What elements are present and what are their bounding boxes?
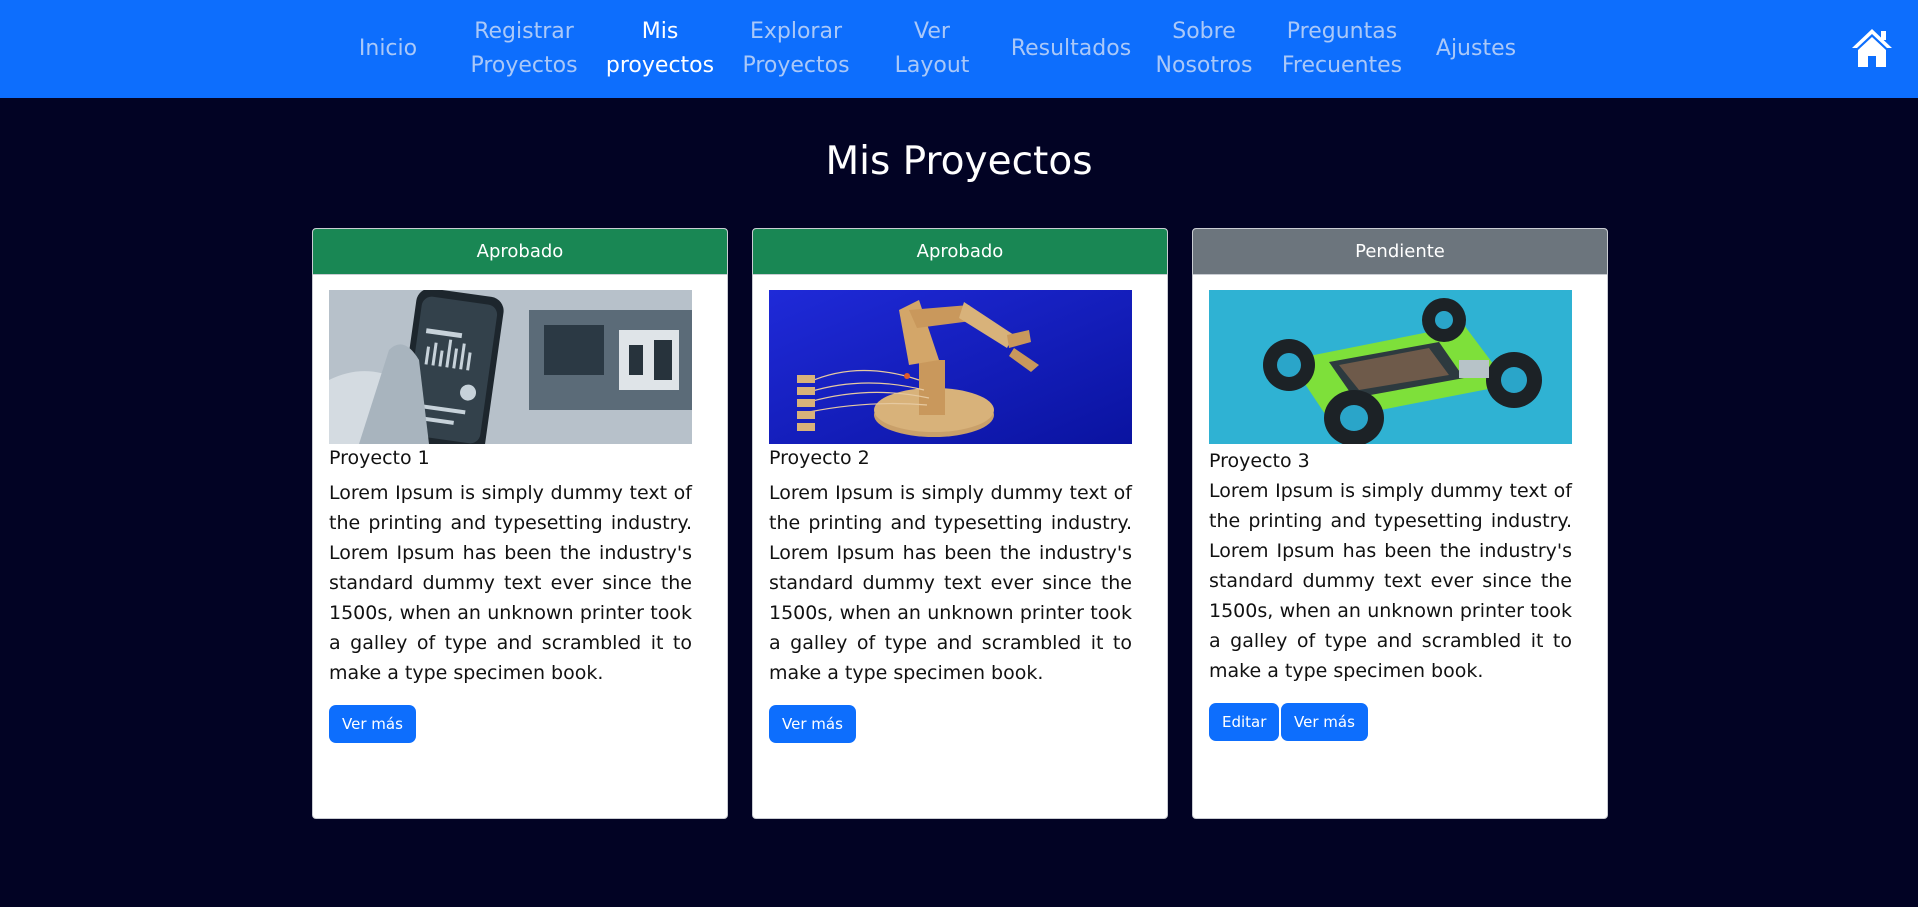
home-icon[interactable]: [1851, 27, 1893, 69]
nav-item-resultados[interactable]: Resultados: [1011, 32, 1131, 66]
status-badge: Pendiente: [1193, 229, 1607, 275]
page-title: Mis Proyectos: [825, 139, 1093, 184]
card-text: Lorem Ipsum is simply dummy text of the …: [769, 482, 1132, 684]
navbar: Inicio Registrar Proyectos Mis proyectos…: [0, 0, 1918, 98]
project-card: Aprobado: [312, 228, 728, 819]
nav-item-ajustes[interactable]: Ajustes: [1436, 32, 1516, 66]
project-image[interactable]: [1209, 290, 1572, 444]
nav-item-ver-layout[interactable]: Ver Layout: [895, 15, 970, 83]
card-title: Proyecto 2: [769, 447, 870, 469]
nav-item-mis-proyectos[interactable]: Mis proyectos: [606, 15, 714, 83]
project-image[interactable]: [769, 290, 1132, 444]
nav-item-sobre-nosotros[interactable]: Sobre Nosotros: [1156, 15, 1253, 83]
project-card: Pendiente Proyecto 3 Lorem Ipsum is simp…: [1192, 228, 1608, 819]
project-image[interactable]: [329, 290, 692, 444]
ver-mas-button[interactable]: Ver más: [1281, 703, 1368, 741]
card-text: Lorem Ipsum is simply dummy text of the …: [329, 482, 692, 684]
status-badge: Aprobado: [753, 229, 1167, 275]
nav-item-preguntas-frecuentes[interactable]: Preguntas Frecuentes: [1282, 15, 1402, 83]
nav-item-explorar-proyectos[interactable]: Explorar Proyectos: [742, 15, 849, 83]
ver-mas-button[interactable]: Ver más: [329, 705, 416, 743]
editar-button[interactable]: Editar: [1209, 703, 1280, 741]
project-card: Aprobado: [752, 228, 1168, 819]
card-title: Proyecto 3: [1209, 450, 1310, 472]
nav-item-registrar-proyectos[interactable]: Registrar Proyectos: [470, 15, 577, 83]
ver-mas-button[interactable]: Ver más: [769, 705, 856, 743]
card-text: Lorem Ipsum is simply dummy text of the …: [1209, 480, 1572, 682]
card-title: Proyecto 1: [329, 447, 430, 469]
nav-item-inicio[interactable]: Inicio: [359, 32, 417, 66]
status-badge: Aprobado: [313, 229, 727, 275]
